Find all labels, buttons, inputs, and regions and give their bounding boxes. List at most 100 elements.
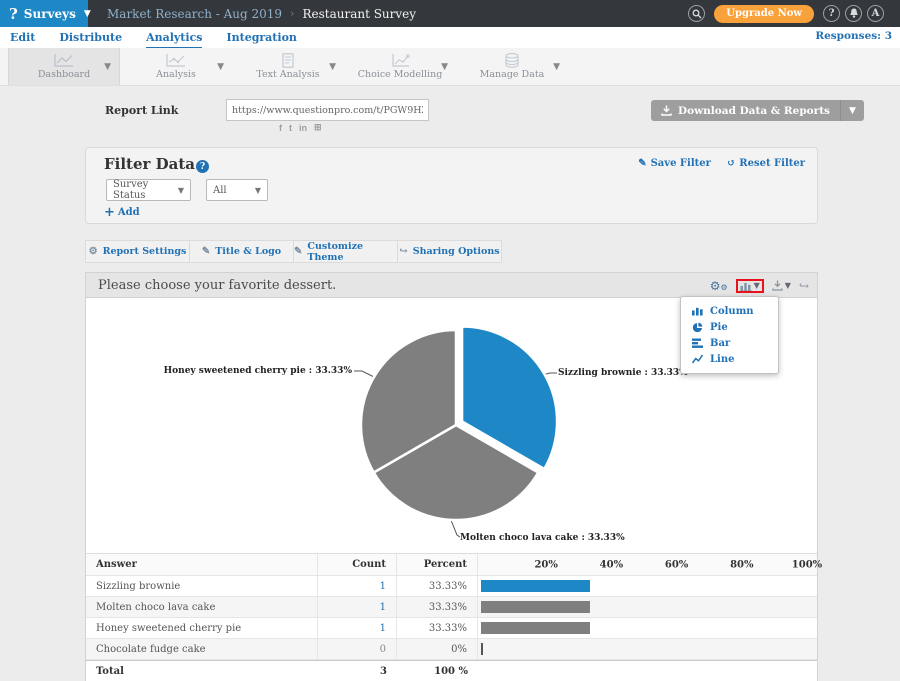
twitter-icon[interactable]: t — [289, 123, 292, 133]
toolbar-item-text-analysis[interactable]: Text Analysis ▼ — [232, 48, 344, 85]
axis-tick: 80% — [730, 559, 753, 570]
count-cell[interactable]: 1 — [318, 618, 397, 638]
download-data-reports-button[interactable]: Download Data & Reports ▼ — [651, 100, 864, 121]
menu-item-pie[interactable]: Pie — [681, 319, 778, 335]
filter-help-icon[interactable]: ? — [196, 160, 209, 173]
menu-item-line[interactable]: Line — [681, 351, 778, 367]
count-cell[interactable]: 0 — [318, 639, 397, 659]
report-tabs: ⚙Report Settings ✎Title & Logo ✎Customiz… — [85, 240, 501, 263]
chevron-down-icon: ▼ — [754, 281, 760, 290]
chart-settings-button[interactable]: ⚙⚙ — [710, 280, 728, 292]
help-button[interactable]: ? — [823, 5, 840, 22]
search-button[interactable] — [688, 5, 705, 22]
chevron-down-icon[interactable]: ▼ — [217, 62, 224, 72]
header-answer: Answer — [86, 554, 318, 575]
percent-bar — [481, 580, 590, 592]
add-filter-button[interactable]: +Add — [104, 205, 140, 220]
search-icon — [692, 9, 702, 19]
chevron-down-icon[interactable]: ▼ — [329, 62, 336, 72]
results-table: Answer Count Percent 20% 40% 60% 80% 100… — [86, 553, 817, 681]
axis-tick: 60% — [665, 559, 688, 570]
surveys-menu[interactable]: ? Surveys ▼ — [0, 0, 88, 27]
total-percent: 100 % — [397, 661, 478, 681]
choice-modelling-icon — [389, 53, 411, 68]
upgrade-now-button[interactable]: Upgrade Now — [714, 5, 814, 23]
facebook-icon[interactable]: f — [279, 123, 282, 133]
plus-icon: + — [104, 205, 115, 220]
tab-title-logo[interactable]: ✎Title & Logo — [189, 240, 294, 263]
tab-report-settings[interactable]: ⚙Report Settings — [85, 240, 190, 263]
download-options-caret[interactable]: ▼ — [840, 100, 864, 121]
leader-line-honey — [354, 371, 374, 377]
answer-cell: Sizzling brownie — [86, 576, 318, 596]
table-row: Molten choco lava cake 1 33.33% — [86, 597, 817, 618]
count-cell[interactable]: 1 — [318, 576, 397, 596]
analytics-toolbar: Dashboard ▼ Analysis ▼ Text Analysis ▼ C… — [0, 48, 900, 86]
leader-line-molten — [451, 520, 460, 537]
chevron-down-icon[interactable]: ▼ — [441, 62, 448, 72]
toolbar-item-manage-data[interactable]: Manage Data ▼ — [456, 48, 568, 85]
breadcrumb-survey-name: Restaurant Survey — [302, 7, 416, 21]
percent-cell: 33.33% — [397, 618, 478, 638]
filter-field-select[interactable]: Survey Status▼ — [106, 179, 191, 201]
axis-tick: 40% — [600, 559, 623, 570]
share-icon: ↪ — [399, 246, 407, 257]
nav-item-integration[interactable]: Integration — [226, 28, 296, 47]
dashboard-chart-icon — [53, 53, 75, 68]
menu-item-bar[interactable]: Bar — [681, 335, 778, 351]
pie-label-sizzling-brownie: Sizzling brownie : 33.33% — [558, 368, 688, 378]
save-filter-button[interactable]: ✎Save Filter — [638, 158, 711, 169]
chevron-down-icon: ▼ — [84, 9, 91, 19]
answer-cell: Honey sweetened cherry pie — [86, 618, 318, 638]
surveys-label: Surveys — [24, 7, 76, 21]
column-chart-icon — [692, 306, 703, 316]
tab-customize-theme[interactable]: ✎Customize Theme — [293, 240, 398, 263]
chart-share-button[interactable]: ↪ — [799, 280, 809, 292]
filter-value-select[interactable]: All▼ — [206, 179, 268, 201]
pie-chart-icon — [692, 322, 703, 333]
linkedin-icon[interactable]: in — [299, 123, 307, 133]
pie-label-molten-choco: Molten choco lava cake : 33.33% — [460, 533, 625, 543]
toolbar-item-choice-modelling[interactable]: Choice Modelling ▼ — [344, 48, 456, 85]
axis-tick: 20% — [534, 559, 557, 570]
chevron-down-icon: ▼ — [785, 281, 791, 290]
embed-icon[interactable]: ⊞ — [314, 122, 322, 133]
nav-item-analytics[interactable]: Analytics — [146, 28, 202, 48]
report-link-label: Report Link — [105, 104, 178, 117]
reset-filter-button[interactable]: ↺Reset Filter — [727, 158, 805, 169]
percent-cell: 0% — [397, 639, 478, 659]
text-analysis-icon — [277, 53, 299, 68]
chart-type-button[interactable]: ▼ — [736, 279, 764, 293]
chart-download-button[interactable]: ▼ — [772, 280, 791, 291]
breadcrumb-separator: › — [290, 7, 294, 20]
total-label: Total — [86, 661, 318, 681]
avatar[interactable]: A — [867, 5, 884, 22]
header-bar-scale: 20% 40% 60% 80% 100% — [478, 554, 817, 575]
breadcrumb-survey-folder[interactable]: Market Research - Aug 2019 — [107, 7, 282, 21]
nav-item-edit[interactable]: Edit — [10, 28, 35, 47]
reset-icon: ↺ — [727, 158, 735, 169]
count-cell[interactable]: 1 — [318, 597, 397, 617]
edit-icon: ✎ — [202, 246, 210, 257]
notifications-button[interactable] — [845, 5, 862, 22]
toolbar-item-analysis[interactable]: Analysis ▼ — [120, 48, 232, 85]
menu-item-column[interactable]: Column — [681, 303, 778, 319]
responses-count[interactable]: Responses: 3 — [815, 30, 892, 42]
question-header: Please choose your favorite dessert. ⚙⚙ … — [86, 273, 817, 298]
questionpro-logo-icon: ? — [9, 5, 18, 23]
chart-type-menu: Column Pie Bar Line — [680, 296, 779, 374]
questionpro-analytics-page: ? Surveys ▼ Market Research - Aug 2019 ›… — [0, 0, 900, 681]
chevron-down-icon[interactable]: ▼ — [553, 62, 560, 72]
total-count: 3 — [318, 661, 397, 681]
filter-data-title: Filter Data — [104, 155, 195, 173]
manage-data-database-icon — [502, 53, 522, 68]
chevron-down-icon: ▼ — [178, 186, 184, 195]
line-chart-icon — [692, 354, 703, 364]
bar-chart-icon — [740, 281, 752, 291]
toolbar-item-dashboard[interactable]: Dashboard ▼ — [8, 48, 120, 85]
tab-sharing-options[interactable]: ↪Sharing Options — [397, 240, 502, 263]
report-link-input[interactable] — [226, 99, 429, 121]
question-report-card: Please choose your favorite dessert. ⚙⚙ … — [85, 272, 818, 681]
nav-item-distribute[interactable]: Distribute — [59, 28, 122, 47]
chevron-down-icon[interactable]: ▼ — [104, 62, 111, 72]
